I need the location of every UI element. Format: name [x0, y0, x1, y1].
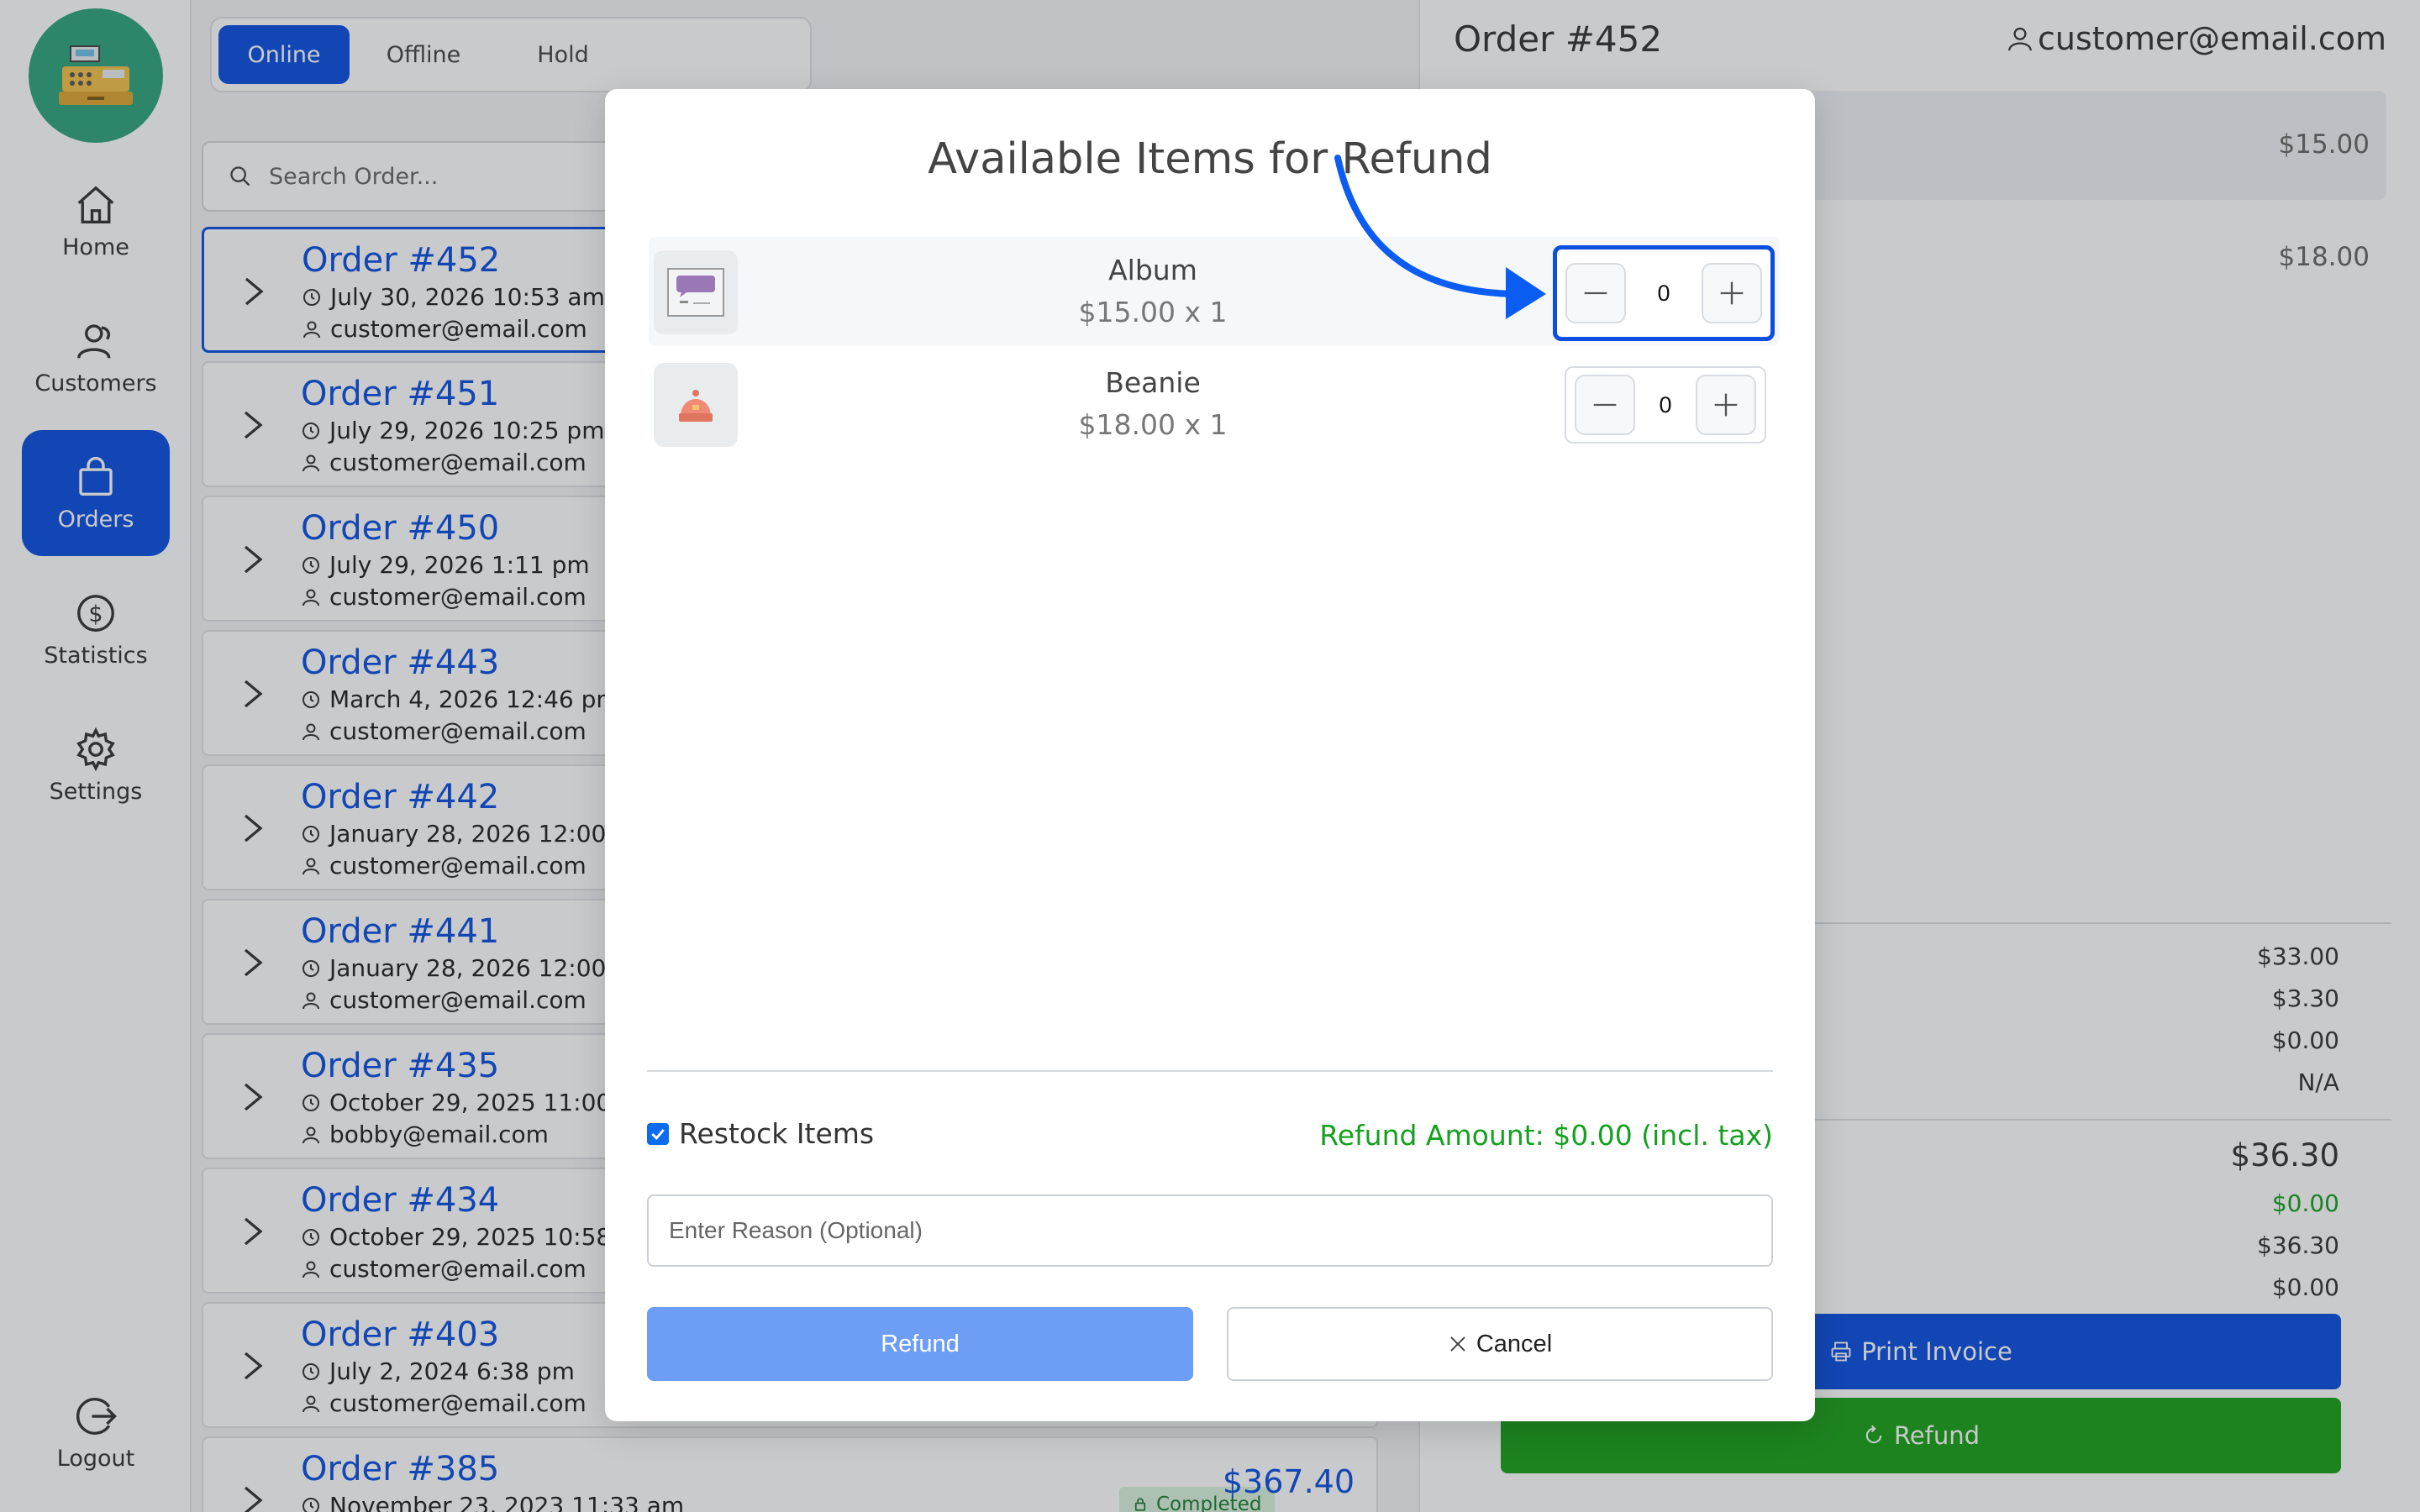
refund-button[interactable]: Refund — [647, 1307, 1193, 1381]
increase-quantity-button[interactable] — [1702, 263, 1762, 323]
checkmark-icon — [651, 1128, 665, 1140]
refund-item-name: Album — [1108, 254, 1197, 286]
close-icon — [1450, 1336, 1465, 1352]
plus-icon — [1720, 281, 1744, 305]
plus-icon — [1714, 393, 1738, 417]
refund-amount: Refund Amount: $0.00 (incl. tax) — [1319, 1119, 1773, 1152]
restock-checkbox[interactable] — [647, 1122, 669, 1145]
quantity-value[interactable]: 0 — [1657, 281, 1670, 307]
refund-reason-input[interactable] — [647, 1194, 1773, 1267]
quantity-stepper: 0 — [1565, 366, 1766, 444]
decrease-quantity-button[interactable] — [1575, 375, 1635, 435]
minus-icon — [1584, 291, 1607, 295]
refund-item-price: $18.00 x 1 — [1078, 408, 1228, 441]
increase-quantity-button[interactable] — [1696, 375, 1756, 435]
decrease-quantity-button[interactable] — [1565, 263, 1626, 323]
refund-item-price: $15.00 x 1 — [1078, 296, 1228, 328]
refund-item-row: Beanie $18.00 x 1 0 — [649, 349, 1780, 459]
modal-divider — [647, 1070, 1773, 1072]
quantity-stepper: 0 — [1553, 245, 1775, 341]
restock-items-toggle[interactable]: Restock Items — [647, 1117, 874, 1150]
restock-label: Restock Items — [679, 1117, 875, 1150]
modal-title: Available Items for Refund — [928, 134, 1492, 184]
cancel-button[interactable]: Cancel — [1227, 1307, 1773, 1381]
quantity-value[interactable]: 0 — [1659, 392, 1671, 418]
refund-item-name: Beanie — [1105, 366, 1201, 399]
cancel-label: Cancel — [1476, 1330, 1553, 1357]
refund-items-modal: Available Items for Refund Album $15.00 … — [605, 89, 1815, 1421]
minus-icon — [1593, 403, 1617, 407]
refund-item-row: Album $15.00 x 1 0 — [649, 237, 1780, 346]
